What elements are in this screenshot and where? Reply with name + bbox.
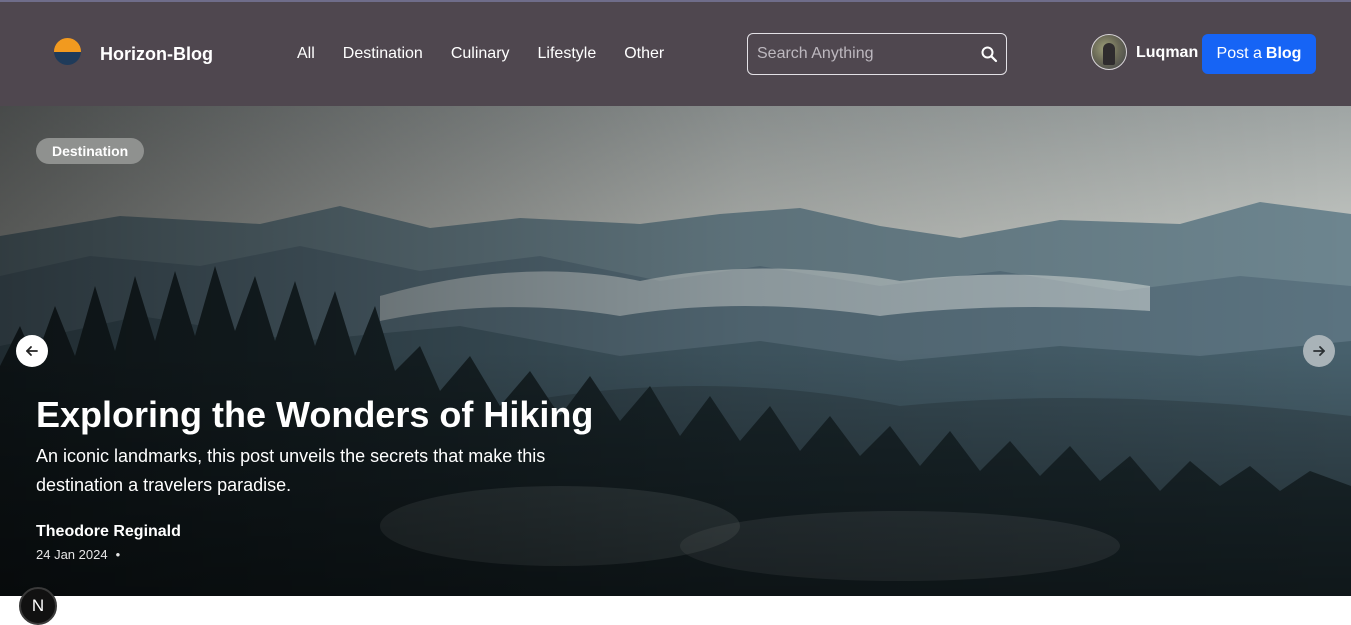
post-button-prefix: Post a — [1216, 45, 1262, 62]
user-avatar[interactable] — [1091, 34, 1127, 70]
post-date-line: 24 Jan 2024 • — [36, 547, 120, 562]
sunset-logo-icon[interactable] — [54, 38, 81, 65]
search-icon[interactable] — [980, 45, 998, 63]
arrow-left-icon — [26, 346, 38, 356]
date-separator: • — [115, 547, 121, 562]
nav-item-culinary[interactable]: Culinary — [451, 45, 510, 63]
site-header: Horizon-Blog All Destination Culinary Li… — [0, 2, 1351, 106]
author-name: Theodore Reginald — [36, 523, 181, 540]
hero-carousel: Destination Exploring the Wonders of Hik… — [0, 106, 1351, 596]
hero-background-image — [0, 106, 1351, 596]
dev-tools-badge[interactable]: N — [19, 587, 57, 625]
carousel-next-button[interactable] — [1303, 335, 1335, 367]
hero-subtitle: An iconic landmarks, this post unveils t… — [36, 446, 546, 495]
category-tag[interactable]: Destination — [36, 138, 145, 164]
search-input[interactable] — [748, 45, 968, 63]
post-date: 24 Jan 2024 — [36, 547, 108, 562]
post-blog-button[interactable]: Post a Blog — [1202, 34, 1316, 74]
hero-title[interactable]: Exploring the Wonders of Hiking — [36, 394, 593, 436]
search-box — [747, 33, 1007, 75]
post-button-bold: Blog — [1265, 45, 1302, 62]
dev-badge-letter: N — [31, 596, 45, 615]
nav-item-lifestyle[interactable]: Lifestyle — [538, 45, 597, 63]
nav-item-other[interactable]: Other — [624, 45, 664, 63]
carousel-prev-button[interactable] — [16, 335, 48, 367]
category-nav: All Destination Culinary Lifestyle Other — [297, 45, 692, 63]
nav-item-destination[interactable]: Destination — [343, 45, 423, 63]
arrow-right-icon — [1313, 346, 1325, 356]
user-name[interactable]: Luqman — [1136, 44, 1198, 62]
nav-item-all[interactable]: All — [297, 45, 315, 63]
brand-name[interactable]: Horizon-Blog — [100, 44, 213, 65]
